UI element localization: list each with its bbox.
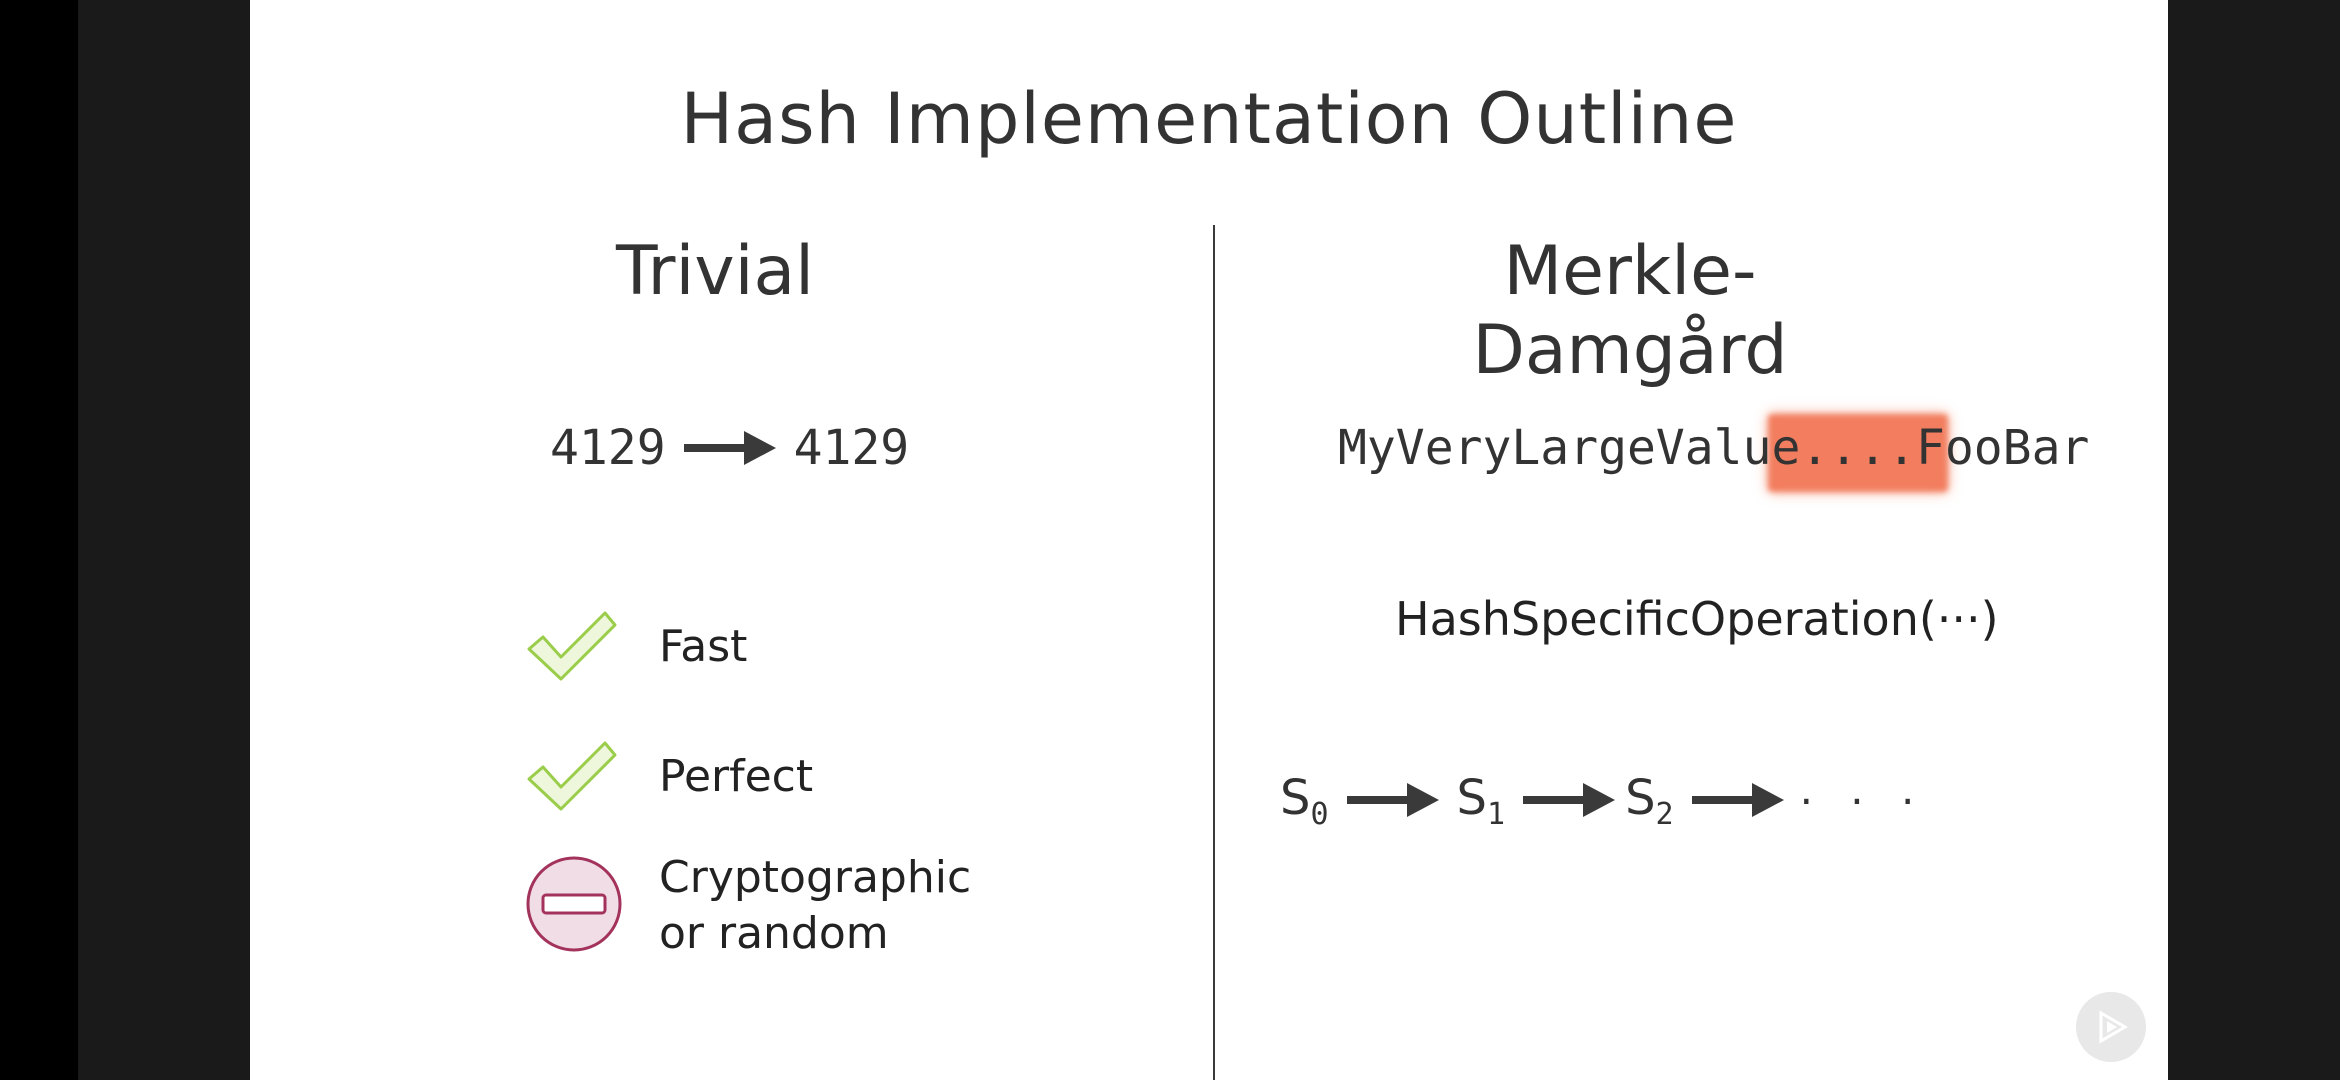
- hash-operation: HashSpecificOperation(···): [1395, 592, 1999, 646]
- md-string-prefix: MyVeryLargeV: [1338, 420, 1685, 476]
- arrow-icon: [1346, 773, 1439, 829]
- play-button[interactable]: [2076, 992, 2146, 1062]
- check-icon: [525, 607, 617, 687]
- feature-label-line2: or random: [659, 908, 889, 959]
- feature-label: Perfect: [659, 751, 814, 802]
- play-icon: [2099, 1010, 2128, 1044]
- feature-perfect: Perfect: [525, 737, 813, 817]
- feature-fast: Fast: [525, 607, 747, 687]
- feature-label-line1: Cryptographic: [659, 852, 972, 903]
- right-letterbox: [2168, 0, 2340, 1080]
- trivial-input: 4129: [550, 420, 666, 476]
- column-divider: [1213, 225, 1215, 1080]
- ellipsis: · · ·: [1799, 776, 1927, 826]
- slide: Hash Implementation Outline Trivial Merk…: [250, 0, 2168, 1080]
- arrow-icon: [1691, 773, 1784, 829]
- arrow-icon: [683, 431, 776, 465]
- merkle-damgard-heading: Merkle-Damgård: [1472, 232, 1788, 390]
- md-string-suffix: .FooBar: [1887, 420, 2090, 476]
- state-s0: S0: [1280, 770, 1329, 832]
- state-chain: S0 S1 S2 · · ·: [1280, 770, 1926, 832]
- left-letterbox: [78, 0, 250, 1080]
- md-string-highlighted: alue...: [1684, 420, 1888, 476]
- trivial-output: 4129: [793, 420, 910, 476]
- feature-label: Fast: [659, 621, 748, 672]
- md-input-string: MyVeryLargeValue....FooBar: [1338, 414, 2090, 492]
- check-icon: [525, 737, 617, 817]
- left-black-bar: [0, 0, 78, 1080]
- minus-circle-icon: [525, 855, 623, 957]
- state-s1: S1: [1456, 770, 1506, 832]
- arrow-icon: [1523, 773, 1616, 829]
- feature-label: Cryptographic or random: [659, 850, 971, 962]
- slide-title: Hash Implementation Outline: [680, 78, 1738, 160]
- trivial-heading: Trivial: [615, 232, 815, 311]
- state-s2: S2: [1625, 770, 1674, 832]
- feature-cryptographic: Cryptographic or random: [525, 850, 971, 962]
- trivial-example: 4129 4129: [550, 420, 1010, 476]
